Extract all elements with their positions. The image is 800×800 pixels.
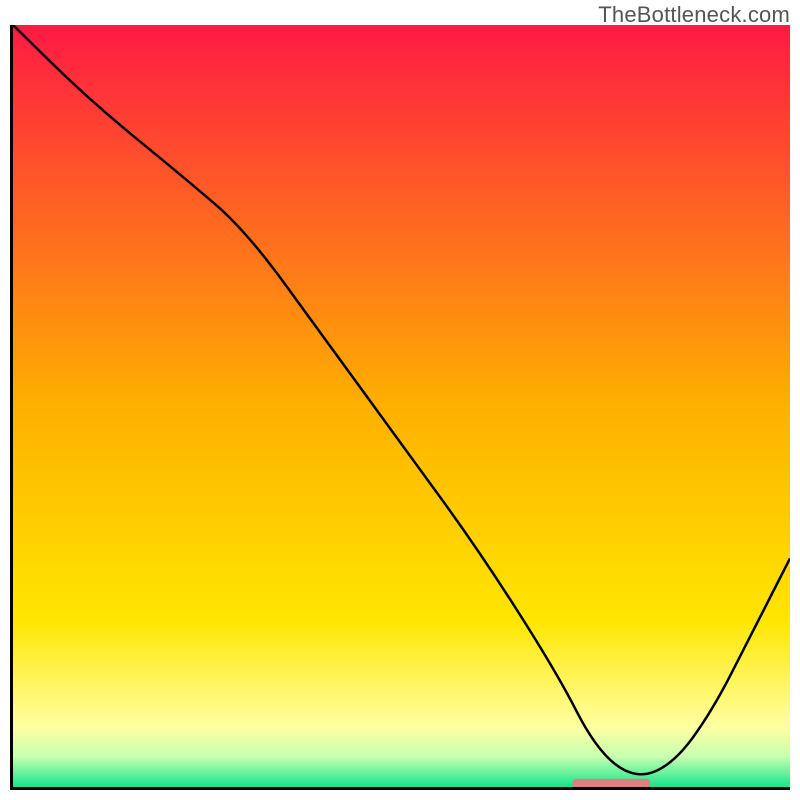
plot-canvas	[13, 25, 790, 787]
gradient-background	[13, 25, 790, 787]
optimal-range-marker	[572, 779, 650, 787]
watermark-text: TheBottleneck.com	[598, 2, 790, 28]
chart-container: TheBottleneck.com	[0, 0, 800, 800]
